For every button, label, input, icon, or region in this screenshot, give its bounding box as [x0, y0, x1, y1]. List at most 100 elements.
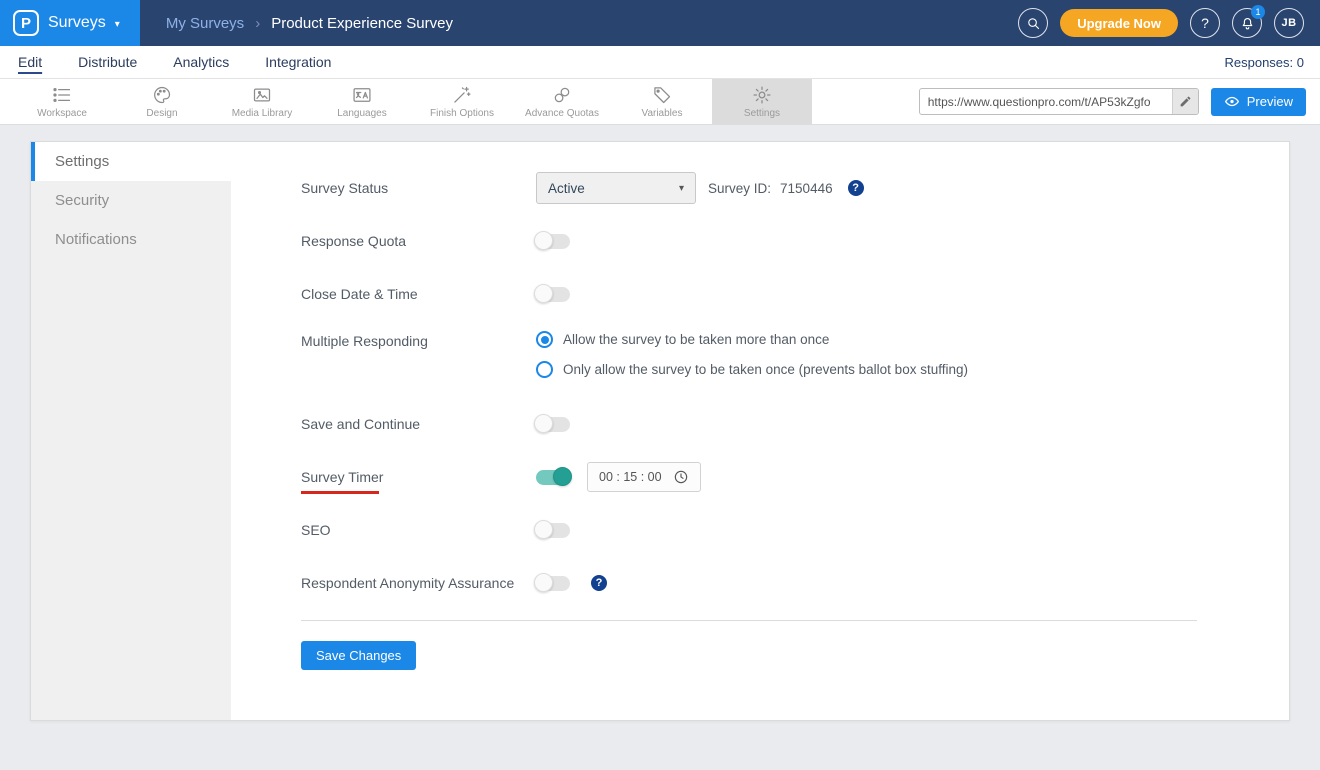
toolbar-item-label: Settings	[743, 107, 781, 119]
notification-badge: 1	[1251, 5, 1265, 19]
toolbar-item-languages[interactable]: Languages	[312, 79, 412, 124]
radio-unselected-icon	[536, 361, 553, 378]
search-button[interactable]	[1018, 8, 1049, 38]
sidebar-item-settings[interactable]: Settings	[31, 142, 231, 181]
timer-duration-input[interactable]: 00 : 15 : 00	[587, 462, 701, 492]
form-divider	[301, 620, 1197, 621]
toolbar-item-label: Languages	[337, 107, 387, 119]
settings-sidebar: Settings Security Notifications	[31, 142, 231, 720]
response-quota-toggle[interactable]	[534, 230, 570, 250]
radio-option-label: Allow the survey to be taken more than o…	[563, 332, 830, 347]
survey-status-row: Survey Status Active ▾ Survey ID: 715044…	[301, 172, 1289, 204]
toggle-knob	[553, 466, 572, 486]
toolbar-item-media-library[interactable]: Media Library	[212, 79, 312, 124]
media-library-icon	[252, 85, 272, 105]
toolbar-item-workspace[interactable]: Workspace	[12, 79, 112, 124]
pencil-icon	[1180, 96, 1191, 107]
save-and-continue-toggle[interactable]	[534, 413, 570, 433]
survey-timer-row: Survey Timer 00 : 15 : 00	[301, 461, 1289, 494]
bell-icon	[1242, 17, 1252, 29]
toolbar-item-advance-quotas[interactable]: Advance Quotas	[512, 79, 612, 124]
toolbar-item-label: Finish Options	[430, 107, 494, 119]
survey-timer-toggle[interactable]	[536, 466, 572, 486]
save-changes-button[interactable]: Save Changes	[301, 641, 417, 670]
survey-status-label: Survey Status	[301, 180, 389, 196]
response-quota-label: Response Quota	[301, 233, 407, 249]
survey-status-select[interactable]: Active ▾	[536, 172, 696, 204]
timer-duration-value: 00 : 15 : 00	[599, 470, 662, 484]
breadcrumb-my-surveys[interactable]: My Surveys	[166, 15, 244, 32]
close-date-time-toggle[interactable]	[534, 283, 570, 303]
survey-id-help-icon[interactable]: ?	[847, 180, 864, 196]
tab-edit[interactable]: Edit	[18, 54, 42, 70]
toggle-knob	[534, 413, 553, 433]
languages-icon	[352, 85, 372, 105]
respondent-anonymity-help-icon[interactable]: ?	[591, 575, 607, 591]
product-switcher[interactable]: P Surveys ▾	[0, 0, 140, 46]
page-content: Settings Security Notifications Survey S…	[0, 125, 1320, 737]
seo-row: SEO	[301, 514, 1289, 546]
notifications-button[interactable]: 1	[1232, 5, 1265, 38]
save-and-continue-label: Save and Continue	[301, 416, 421, 432]
toggle-knob	[534, 572, 553, 592]
sidebar-item-notifications[interactable]: Notifications	[31, 220, 231, 259]
topbar: P Surveys ▾ My Surveys › Product Experie…	[0, 0, 1320, 46]
preview-label: Preview	[1246, 94, 1293, 109]
help-icon: ?	[1201, 15, 1209, 31]
respondent-anonymity-row: Respondent Anonymity Assurance ?	[301, 567, 1289, 599]
settings-card: Settings Security Notifications Survey S…	[30, 141, 1290, 721]
toolbar-item-label: Advance Quotas	[525, 107, 599, 119]
product-name: Surveys	[48, 14, 106, 31]
toggle-knob	[534, 283, 553, 303]
tab-integration[interactable]: Integration	[265, 54, 331, 70]
nav-tabs: Edit Distribute Analytics Integration Re…	[0, 46, 1320, 79]
survey-url-input[interactable]	[919, 94, 1172, 109]
radio-option-allow-multiple[interactable]: Allow the survey to be taken more than o…	[536, 331, 968, 348]
clock-icon	[674, 470, 687, 484]
toolbar-item-label: Media Library	[231, 107, 293, 119]
upgrade-now-button[interactable]: Upgrade Now	[1060, 9, 1178, 37]
multiple-responding-options: Allow the survey to be taken more than o…	[536, 331, 968, 378]
survey-timer-label-text: Survey Timer	[301, 469, 384, 485]
edit-url-button[interactable]	[1171, 89, 1198, 114]
workspace-icon	[52, 85, 72, 105]
toolbar-right: Preview	[918, 79, 1306, 124]
seo-toggle[interactable]	[534, 519, 570, 539]
respondent-anonymity-toggle[interactable]	[534, 572, 570, 592]
respondent-anonymity-controls: ?	[534, 572, 607, 592]
survey-timer-controls: 00 : 15 : 00	[536, 462, 701, 492]
search-icon	[1027, 17, 1039, 29]
radio-option-only-once[interactable]: Only allow the survey to be taken once (…	[536, 361, 968, 378]
toggle-knob	[534, 519, 553, 539]
survey-url-field	[918, 88, 1199, 115]
response-quota-row: Response Quota	[301, 225, 1289, 257]
help-button[interactable]: ?	[1190, 8, 1220, 38]
survey-timer-label: Survey Timer	[301, 469, 536, 494]
toolbar-item-label: Design	[146, 107, 178, 119]
toolbar-item-design[interactable]: Design	[112, 79, 212, 124]
toggle-knob	[534, 230, 553, 250]
user-avatar[interactable]: JB	[1274, 8, 1304, 38]
preview-button[interactable]: Preview	[1210, 87, 1306, 116]
sidebar-item-security[interactable]: Security	[31, 181, 231, 220]
multiple-responding-row: Multiple Responding Allow the survey to …	[301, 331, 1289, 378]
survey-id-value: 7150446	[780, 180, 833, 196]
toolbar-item-finish-options[interactable]: Finish Options	[412, 79, 512, 124]
settings-form: Survey Status Active ▾ Survey ID: 715044…	[231, 142, 1289, 720]
chevron-down-icon: ▾	[114, 18, 120, 30]
eye-icon	[1224, 96, 1239, 107]
design-icon	[152, 85, 172, 105]
variables-icon	[652, 85, 672, 105]
radio-option-label: Only allow the survey to be taken once (…	[563, 362, 968, 377]
seo-label: SEO	[301, 522, 331, 538]
toolbar-item-label: Variables	[641, 107, 683, 119]
toolbar-item-settings[interactable]: Settings	[712, 79, 812, 124]
chevron-down-icon: ▾	[678, 182, 684, 194]
survey-toolbar: Workspace Design Media Library Languages…	[0, 79, 1320, 125]
breadcrumb: My Surveys › Product Experience Survey	[166, 15, 453, 32]
responses-count: Responses: 0	[1224, 54, 1305, 70]
survey-status-value: Active	[548, 180, 585, 196]
tab-analytics[interactable]: Analytics	[173, 54, 229, 70]
tab-distribute[interactable]: Distribute	[78, 54, 137, 70]
toolbar-item-variables[interactable]: Variables	[612, 79, 712, 124]
